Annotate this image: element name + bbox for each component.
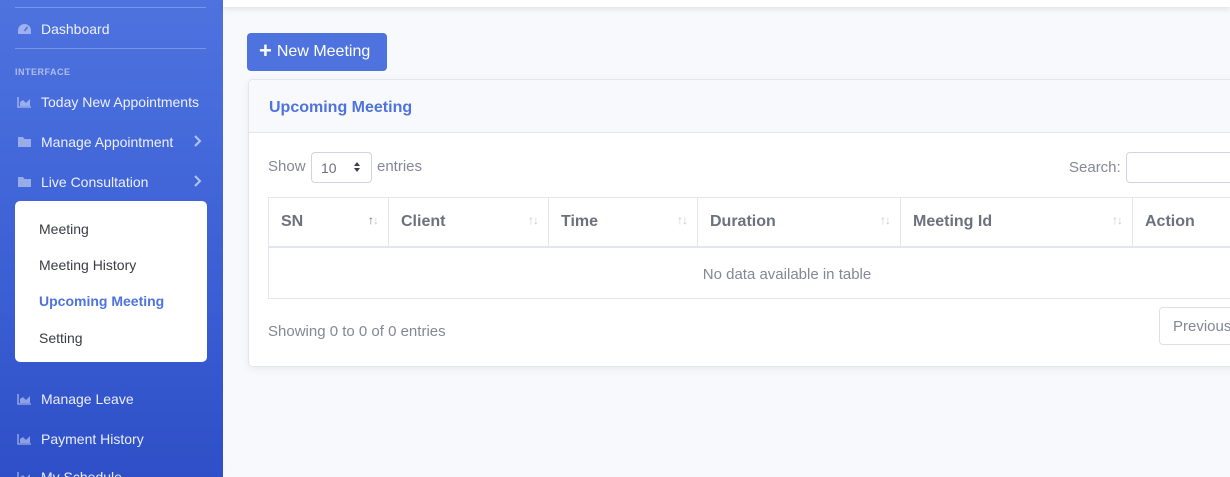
submenu-item-meeting[interactable]: Meeting <box>39 221 89 237</box>
column-header-label: Time <box>561 213 599 230</box>
column-header-sn[interactable]: SN ↑↓ <box>269 198 389 248</box>
previous-label: Previous <box>1173 317 1230 335</box>
sort-updown-icon <box>354 162 360 172</box>
sort-icon: ↑↓ <box>368 213 379 227</box>
meetings-table: SN ↑↓ Client ↑↓ Time ↑↓ Duration ↑↓ Meet… <box>268 197 1230 299</box>
column-header-label: Client <box>401 213 446 230</box>
sort-icon: ↑↓ <box>1112 213 1123 227</box>
tachometer-icon <box>16 22 33 36</box>
new-meeting-label: New Meeting <box>276 43 371 60</box>
chart-area-icon <box>16 392 33 406</box>
column-header-label: SN <box>281 213 304 230</box>
sidebar-item-payment-history[interactable]: Payment History <box>0 424 223 454</box>
sidebar-divider <box>15 7 206 8</box>
entries-length-value: 10 <box>321 159 337 176</box>
sidebar-item-today-new-appointments[interactable]: Today New Appointments <box>0 87 223 117</box>
sidebar-item-live-consultation[interactable]: Live Consultation <box>0 167 223 197</box>
previous-page-button[interactable]: Previous <box>1159 307 1230 345</box>
sidebar-item-label: Payment History <box>41 431 144 447</box>
chart-area-icon <box>16 95 33 109</box>
sort-icon: ↑↓ <box>528 213 539 227</box>
sidebar-item-label: Manage Leave <box>41 391 134 407</box>
folder-icon <box>16 135 33 149</box>
column-header-time[interactable]: Time ↑↓ <box>549 198 698 248</box>
card-header: Upcoming Meeting <box>249 80 1230 133</box>
entries-label: entries <box>377 158 423 175</box>
plus-icon: + <box>259 38 272 63</box>
column-header-action[interactable]: Action <box>1133 198 1230 248</box>
sidebar-divider <box>15 48 206 49</box>
sort-icon: ↑↓ <box>880 213 891 227</box>
show-label: Show <box>268 158 306 175</box>
sidebar: Dashboard INTERFACE Today New Appointmen… <box>0 0 223 477</box>
sidebar-item-label: Dashboard <box>41 21 110 37</box>
card-title: Upcoming Meeting <box>269 99 413 116</box>
sidebar-item-label: Today New Appointments <box>41 94 199 110</box>
chart-area-icon <box>16 432 33 446</box>
search-input[interactable] <box>1126 152 1230 183</box>
sort-icon: ↑↓ <box>677 213 688 227</box>
sidebar-item-manage-leave[interactable]: Manage Leave <box>0 384 223 414</box>
sidebar-item-dashboard[interactable]: Dashboard <box>0 14 223 44</box>
column-header-duration[interactable]: Duration ↑↓ <box>698 198 901 248</box>
column-header-label: Duration <box>710 213 776 230</box>
sidebar-heading: INTERFACE <box>15 67 71 77</box>
submenu-item-meeting-history[interactable]: Meeting History <box>39 257 136 273</box>
sidebar-item-label: Manage Appointment <box>41 134 174 150</box>
submenu-item-setting[interactable]: Setting <box>39 330 83 346</box>
chart-area-icon <box>16 470 33 477</box>
chevron-right-icon <box>194 175 202 187</box>
chevron-right-icon <box>194 135 202 147</box>
new-meeting-button[interactable]: + New Meeting <box>247 33 387 71</box>
table-info: Showing 0 to 0 of 0 entries <box>268 323 446 340</box>
submenu-panel: Meeting Meeting History Upcoming Meeting… <box>15 201 207 362</box>
sidebar-item-label: My Schedule <box>41 469 122 477</box>
sidebar-item-manage-appointment[interactable]: Manage Appointment <box>0 127 223 157</box>
column-header-client[interactable]: Client ↑↓ <box>389 198 549 248</box>
column-header-label: Action <box>1145 213 1195 230</box>
topbar <box>223 0 1230 7</box>
empty-message: No data available in table <box>702 265 872 283</box>
search-label: Search: <box>1069 159 1121 176</box>
entries-length-select[interactable]: 10 <box>311 152 372 183</box>
sidebar-item-my-schedule[interactable]: My Schedule <box>0 462 223 477</box>
column-header-label: Meeting Id <box>913 213 993 230</box>
column-header-meeting-id[interactable]: Meeting Id ↑↓ <box>901 198 1133 248</box>
empty-row: No data available in table <box>269 250 1230 298</box>
sidebar-item-label: Live Consultation <box>41 174 149 190</box>
submenu-item-upcoming-meeting[interactable]: Upcoming Meeting <box>39 293 164 309</box>
folder-icon <box>16 175 33 189</box>
